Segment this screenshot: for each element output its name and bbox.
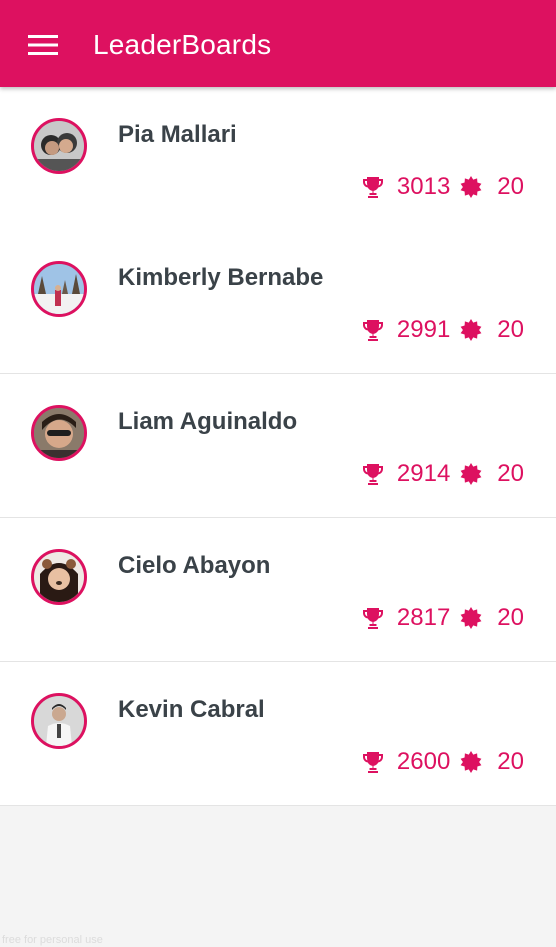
badge-count: 20 [497, 173, 524, 200]
trophy-icon [361, 606, 385, 630]
badge-icon [459, 175, 483, 199]
badge-icon [459, 462, 483, 486]
avatar [31, 118, 87, 174]
leaderboard-list: Pia Mallari 3013 20 Kimberly Bernabe 299… [0, 87, 556, 806]
player-name: Cielo Abayon [118, 552, 271, 579]
score-value: 3013 [396, 173, 451, 200]
player-stats: 3013 20 [361, 173, 524, 201]
player-stats: 2914 20 [361, 460, 524, 488]
app-bar: LeaderBoards [0, 0, 556, 87]
avatar [31, 405, 87, 461]
score-value: 2914 [396, 460, 451, 487]
watermark-text: free for personal use [2, 934, 103, 946]
badge-count: 20 [497, 748, 524, 775]
leaderboard-row[interactable]: Kevin Cabral 2600 20 [0, 662, 556, 806]
trophy-icon [361, 462, 385, 486]
page-title: LeaderBoards [93, 29, 272, 60]
score-value: 2600 [396, 748, 451, 775]
leaderboard-row[interactable]: Kimberly Bernabe 2991 20 [0, 230, 556, 374]
trophy-icon [361, 175, 385, 199]
player-name: Pia Mallari [118, 121, 237, 148]
player-name: Kimberly Bernabe [118, 264, 324, 291]
badge-icon [459, 318, 483, 342]
avatar [31, 261, 87, 317]
badge-count: 20 [497, 316, 524, 343]
badge-icon [459, 606, 483, 630]
menu-icon [28, 35, 58, 55]
player-name: Liam Aguinaldo [118, 408, 298, 435]
trophy-icon [361, 318, 385, 342]
avatar [31, 693, 87, 749]
player-name: Kevin Cabral [118, 696, 265, 723]
avatar [31, 549, 87, 605]
leaderboard-row[interactable]: Pia Mallari 3013 20 [0, 87, 556, 230]
trophy-icon [361, 750, 385, 774]
menu-button[interactable] [22, 24, 64, 66]
player-stats: 2817 20 [361, 604, 524, 632]
score-value: 2817 [396, 604, 451, 631]
score-value: 2991 [396, 316, 451, 343]
badge-count: 20 [497, 604, 524, 631]
player-stats: 2600 20 [361, 748, 524, 776]
badge-icon [459, 750, 483, 774]
leaderboard-row[interactable]: Liam Aguinaldo 2914 20 [0, 374, 556, 518]
badge-count: 20 [497, 460, 524, 487]
player-stats: 2991 20 [361, 316, 524, 344]
leaderboard-row[interactable]: Cielo Abayon 2817 20 [0, 518, 556, 662]
